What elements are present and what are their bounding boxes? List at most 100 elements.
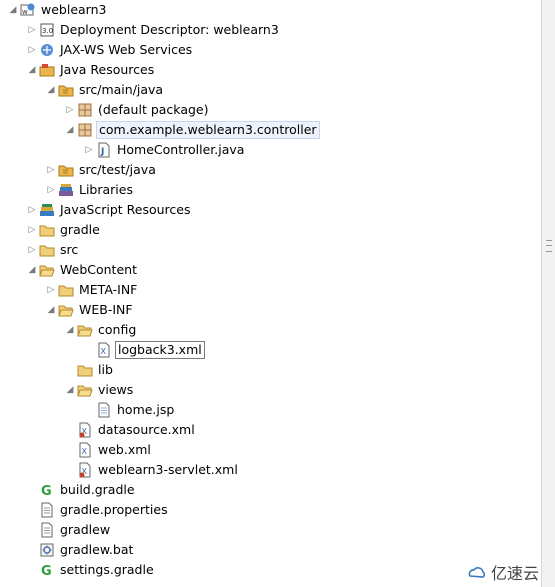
tree-label: views	[98, 382, 134, 397]
jsp-file-icon	[96, 402, 112, 418]
tree-item-src-folder[interactable]: ▷ src	[25, 240, 80, 260]
collapse-arrow-icon[interactable]: ◢	[63, 383, 77, 397]
expand-arrow-icon[interactable]: ▷	[25, 203, 39, 217]
tree-label: src/test/java	[79, 162, 156, 177]
collapse-arrow-icon[interactable]: ◢	[25, 263, 39, 277]
tree-label: web.xml	[98, 442, 151, 457]
tree-label: JavaScript Resources	[60, 202, 191, 217]
batch-file-icon	[39, 542, 55, 558]
svg-text:3.0: 3.0	[42, 27, 53, 35]
svg-text:G: G	[41, 564, 52, 578]
watermark-text: 亿速云	[490, 564, 539, 583]
tree-item-project[interactable]: ◢ w weblearn3	[6, 0, 108, 20]
tree-label: Libraries	[79, 182, 133, 197]
svg-text:J: J	[100, 147, 104, 157]
tree-item-webcontent[interactable]: ◢ WebContent	[25, 260, 139, 280]
source-folder-icon	[58, 162, 74, 178]
folder-icon	[39, 242, 55, 258]
tree-label: META-INF	[79, 282, 138, 297]
tree-item-servlet-xml[interactable]: X weblearn3-servlet.xml	[63, 460, 240, 480]
tree-item-web-inf[interactable]: ◢ WEB-INF	[44, 300, 135, 320]
tree-item-gradlew[interactable]: gradlew	[25, 520, 112, 540]
folder-icon	[58, 282, 74, 298]
vertical-scrollbar[interactable]	[541, 0, 555, 587]
tree-item-javascript-resources[interactable]: ▷ JavaScript Resources	[25, 200, 192, 220]
expand-arrow-icon[interactable]: ▷	[44, 183, 58, 197]
collapse-arrow-icon[interactable]: ◢	[6, 3, 20, 17]
tree-label: settings.gradle	[60, 562, 154, 577]
package-icon	[77, 102, 93, 118]
tree-label: gradlew.bat	[60, 542, 134, 557]
tree-item-jaxws[interactable]: ▷ JAX-WS Web Services	[25, 40, 194, 60]
tree-item-gradlew-bat[interactable]: gradlew.bat	[25, 540, 135, 560]
tree-item-meta-inf[interactable]: ▷ META-INF	[44, 280, 139, 300]
xml-file-icon: X	[77, 442, 93, 458]
tree-item-src-test-java[interactable]: ▷ src/test/java	[44, 160, 158, 180]
tree-label: logback3.xml	[115, 341, 205, 359]
xml-file-icon: X	[77, 462, 93, 478]
watermark: 亿速云	[467, 560, 539, 584]
web-project-icon: w	[20, 2, 36, 18]
tree-item-controller-package[interactable]: ◢ com.example.weblearn3.controller	[63, 120, 320, 140]
expand-arrow-icon[interactable]: ▷	[63, 103, 77, 117]
xml-file-icon: X	[77, 422, 93, 438]
open-folder-icon	[77, 322, 93, 338]
tree-label: datasource.xml	[98, 422, 195, 437]
tree-item-gradle-properties[interactable]: gradle.properties	[25, 500, 170, 520]
tree-label: WebContent	[60, 262, 137, 277]
collapse-arrow-icon[interactable]: ◢	[63, 123, 77, 137]
package-icon	[77, 122, 93, 138]
tree-item-lib[interactable]: lib	[63, 360, 115, 380]
collapse-arrow-icon[interactable]: ◢	[44, 303, 58, 317]
tree-item-java-resources[interactable]: ◢ Java Resources	[25, 60, 156, 80]
tree-item-settings-gradle[interactable]: G settings.gradle	[25, 560, 156, 580]
collapse-arrow-icon[interactable]: ◢	[44, 83, 58, 97]
tree-label: build.gradle	[60, 482, 135, 497]
collapse-arrow-icon[interactable]: ◢	[63, 323, 77, 337]
javascript-resources-icon	[39, 202, 55, 218]
scrollbar-grip-icon[interactable]	[546, 240, 552, 252]
svg-text:X: X	[101, 347, 107, 356]
gradle-file-icon: G	[39, 482, 55, 498]
open-folder-icon	[77, 382, 93, 398]
tree-item-build-gradle[interactable]: G build.gradle	[25, 480, 137, 500]
web-services-icon	[39, 42, 55, 58]
svg-text:w: w	[22, 8, 28, 16]
expand-arrow-icon[interactable]: ▷	[25, 23, 39, 37]
tree-item-home-controller[interactable]: ▷ J HomeController.java	[82, 140, 246, 160]
tree-item-src-main-java[interactable]: ◢ src/main/java	[44, 80, 165, 100]
gradle-file-icon: G	[39, 562, 55, 578]
folder-icon	[39, 222, 55, 238]
text-file-icon	[39, 522, 55, 538]
expand-arrow-icon[interactable]: ▷	[25, 223, 39, 237]
tree-item-libraries[interactable]: ▷ Libraries	[44, 180, 135, 200]
tree-label: HomeController.java	[117, 142, 245, 157]
expand-arrow-icon[interactable]: ▷	[44, 283, 58, 297]
tree-label: gradle.properties	[60, 502, 168, 517]
tree-label: com.example.weblearn3.controller	[96, 121, 320, 139]
tree-item-home-jsp[interactable]: home.jsp	[82, 400, 176, 420]
tree-item-datasource[interactable]: X datasource.xml	[63, 420, 197, 440]
tree-item-logback[interactable]: X logback3.xml	[82, 340, 205, 360]
tree-label: config	[98, 322, 137, 337]
text-file-icon	[39, 502, 55, 518]
tree-label: weblearn3-servlet.xml	[98, 462, 238, 477]
tree-label: weblearn3	[41, 2, 107, 17]
tree-item-views[interactable]: ◢ views	[63, 380, 135, 400]
expand-arrow-icon[interactable]: ▷	[25, 243, 39, 257]
tree-item-gradle-folder[interactable]: ▷ gradle	[25, 220, 102, 240]
tree-item-deployment-descriptor[interactable]: ▷ 3.0 Deployment Descriptor: weblearn3	[25, 20, 281, 40]
tree-label: WEB-INF	[79, 302, 133, 317]
tree-item-default-package[interactable]: ▷ (default package)	[63, 100, 210, 120]
tree-item-web-xml[interactable]: X web.xml	[63, 440, 153, 460]
expand-arrow-icon[interactable]: ▷	[44, 163, 58, 177]
collapse-arrow-icon[interactable]: ◢	[25, 63, 39, 77]
xml-file-icon: X	[96, 342, 112, 358]
svg-text:G: G	[41, 484, 52, 498]
expand-arrow-icon[interactable]: ▷	[82, 143, 96, 157]
tree-label: Deployment Descriptor: weblearn3	[60, 22, 279, 37]
tree-item-config[interactable]: ◢ config	[63, 320, 138, 340]
expand-arrow-icon[interactable]: ▷	[25, 43, 39, 57]
libraries-icon	[58, 182, 74, 198]
open-folder-icon	[39, 262, 55, 278]
